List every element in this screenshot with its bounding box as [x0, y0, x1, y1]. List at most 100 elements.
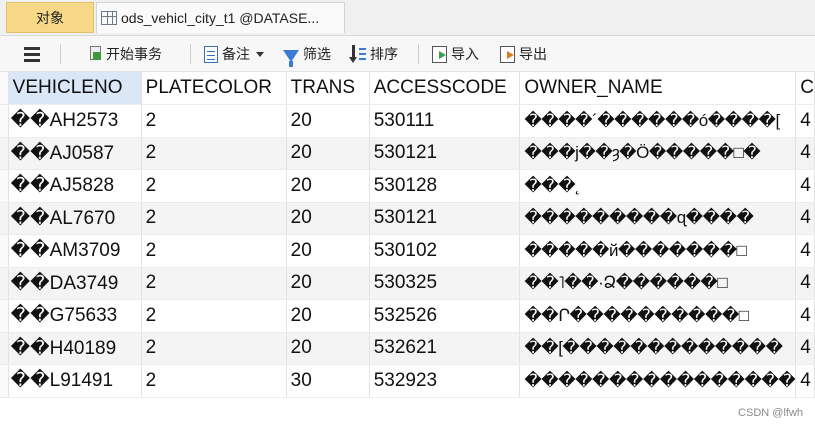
cell-trans[interactable]: 20 — [286, 267, 370, 300]
cell-trans[interactable]: 30 — [286, 364, 370, 398]
tab-objects-label: 对象 — [36, 9, 64, 26]
cell-vehicleno[interactable]: ��DA3749 — [8, 267, 142, 300]
menu-icon[interactable] — [22, 36, 42, 72]
cell-accesscode[interactable]: 530121 — [369, 202, 521, 235]
cell-platecolor[interactable]: 2 — [141, 234, 287, 268]
cell-owner-name[interactable]: �����й�������□ — [519, 234, 797, 268]
row-indicator[interactable] — [0, 332, 9, 365]
cell-vehicleno[interactable]: ��AJ5828 — [8, 169, 142, 203]
cell-accesscode[interactable]: 530111 — [369, 104, 521, 138]
watermark: CSDN @lfwh — [738, 407, 803, 419]
cell-vehicleno[interactable]: ��L91491 — [8, 364, 142, 398]
cell-vehicleno[interactable]: ��AH2573 — [8, 104, 142, 138]
cell-platecolor[interactable]: 2 — [141, 299, 287, 333]
note-button[interactable]: 备注 — [204, 36, 264, 72]
table-row[interactable]: ��G75633 2 20 532526 ��Ր����������□ 4 — [0, 299, 815, 333]
cell-trans[interactable]: 20 — [286, 104, 370, 138]
cell-vehicleno[interactable]: ��AL7670 — [8, 202, 142, 235]
cell-next-column[interactable]: 4 — [795, 234, 815, 268]
sort-icon — [349, 45, 366, 63]
table-row[interactable]: ��DA3749 2 20 530325 ��˥��·Ձ������□ 4 — [0, 267, 815, 300]
row-indicator[interactable] — [0, 202, 9, 235]
cell-next-column[interactable]: 4 — [795, 202, 815, 235]
cell-platecolor[interactable]: 2 — [141, 169, 287, 203]
column-header-next[interactable]: C — [795, 72, 815, 105]
tab-objects[interactable]: 对象 — [6, 2, 94, 33]
sort-button[interactable]: 排序 — [349, 36, 398, 72]
cell-next-column[interactable]: 4 — [795, 299, 815, 333]
cell-trans[interactable]: 20 — [286, 234, 370, 268]
table-row[interactable]: ��L91491 2 30 532923 ���������������� 4 — [0, 364, 815, 398]
cell-trans[interactable]: 20 — [286, 299, 370, 333]
cell-owner-name[interactable]: ��Ր����������□ — [519, 299, 797, 333]
cell-next-column[interactable]: 4 — [795, 332, 815, 365]
row-indicator[interactable] — [0, 169, 9, 203]
row-indicator-header — [0, 72, 9, 105]
cell-trans[interactable]: 20 — [286, 202, 370, 235]
cell-owner-name[interactable]: ���������ɋ���� — [519, 202, 797, 235]
cell-trans[interactable]: 20 — [286, 169, 370, 203]
cell-accesscode[interactable]: 530102 — [369, 234, 521, 268]
export-button[interactable]: 导出 — [500, 36, 547, 72]
cell-accesscode[interactable]: 530128 — [369, 169, 521, 203]
cell-next-column[interactable]: 4 — [795, 267, 815, 300]
table-row[interactable]: ��AJ5828 2 20 530128 ���˛ 4 — [0, 169, 815, 203]
filter-button[interactable]: 筛选 — [283, 36, 331, 72]
cell-next-column[interactable]: 4 — [795, 364, 815, 398]
column-header-trans[interactable]: TRANS — [286, 72, 370, 105]
cell-accesscode[interactable]: 532526 — [369, 299, 521, 333]
column-header-platecolor[interactable]: PLATECOLOR — [141, 72, 287, 105]
cell-platecolor[interactable]: 2 — [141, 364, 287, 398]
tab-table-label: ods_vehicl_city_t1 @DATASE... — [121, 10, 320, 26]
row-indicator[interactable] — [0, 267, 9, 300]
cell-vehicleno[interactable]: ��AM3709 — [8, 234, 142, 268]
cell-next-column[interactable]: 4 — [795, 104, 815, 138]
cell-platecolor[interactable]: 2 — [141, 202, 287, 235]
row-indicator[interactable] — [0, 364, 9, 398]
column-header-owner-name[interactable]: OWNER_NAME — [519, 72, 797, 105]
cell-owner-name[interactable]: ����´������ó����[ — [519, 104, 797, 138]
export-icon — [500, 45, 515, 63]
row-indicator[interactable] — [0, 234, 9, 268]
row-indicator[interactable] — [0, 299, 9, 333]
cell-platecolor[interactable]: 2 — [141, 267, 287, 300]
cell-accesscode[interactable]: 530121 — [369, 137, 521, 170]
cell-owner-name[interactable]: ��[������������� — [519, 332, 797, 365]
table-row[interactable]: ��AJ0587 2 20 530121 ���j��ȝ�Ö�����□� 4 — [0, 137, 815, 170]
cell-next-column[interactable]: 4 — [795, 169, 815, 203]
cell-owner-name[interactable]: ���˛ — [519, 169, 797, 203]
cell-platecolor[interactable]: 2 — [141, 104, 287, 138]
row-indicator[interactable] — [0, 104, 9, 138]
row-indicator[interactable] — [0, 137, 9, 170]
table-row[interactable]: ��AL7670 2 20 530121 ���������ɋ���� 4 — [0, 202, 815, 235]
filter-label: 筛选 — [303, 46, 331, 62]
import-button[interactable]: 导入 — [432, 36, 479, 72]
tab-table[interactable]: ods_vehicl_city_t1 @DATASE... — [96, 2, 345, 33]
table-icon — [101, 11, 117, 25]
table-row[interactable]: ��AM3709 2 20 530102 �����й�������□ 4 — [0, 234, 815, 268]
column-header-accesscode[interactable]: ACCESSCODE — [369, 72, 521, 105]
column-header-vehicleno[interactable]: VEHICLENO — [8, 72, 142, 105]
header-row: VEHICLENO PLATECOLOR TRANS ACCESSCODE OW… — [0, 72, 815, 105]
cell-trans[interactable]: 20 — [286, 137, 370, 170]
cell-owner-name[interactable]: ���������������� — [519, 364, 797, 398]
begin-transaction-label: 开始事务 — [106, 46, 162, 62]
cell-owner-name[interactable]: ��˥��·Ձ������□ — [519, 267, 797, 300]
cell-accesscode[interactable]: 532621 — [369, 332, 521, 365]
cell-vehicleno[interactable]: ��G75633 — [8, 299, 142, 333]
import-label: 导入 — [451, 46, 479, 62]
cell-trans[interactable]: 20 — [286, 332, 370, 365]
cell-platecolor[interactable]: 2 — [141, 137, 287, 170]
begin-transaction-button[interactable]: 开始事务 — [88, 36, 162, 72]
table-row[interactable]: ��H40189 2 20 532621 ��[������������� 4 — [0, 332, 815, 365]
filter-icon — [283, 50, 299, 67]
cell-next-column[interactable]: 4 — [795, 137, 815, 170]
cell-accesscode[interactable]: 530325 — [369, 267, 521, 300]
cell-owner-name[interactable]: ���j��ȝ�Ö�����□� — [519, 137, 797, 170]
cell-accesscode[interactable]: 532923 — [369, 364, 521, 398]
table-row[interactable]: ��AH2573 2 20 530111 ����´������ó����[4 — [0, 104, 815, 138]
chevron-down-icon[interactable] — [256, 51, 264, 57]
cell-platecolor[interactable]: 2 — [141, 332, 287, 365]
cell-vehicleno[interactable]: ��H40189 — [8, 332, 142, 365]
cell-vehicleno[interactable]: ��AJ0587 — [8, 137, 142, 170]
